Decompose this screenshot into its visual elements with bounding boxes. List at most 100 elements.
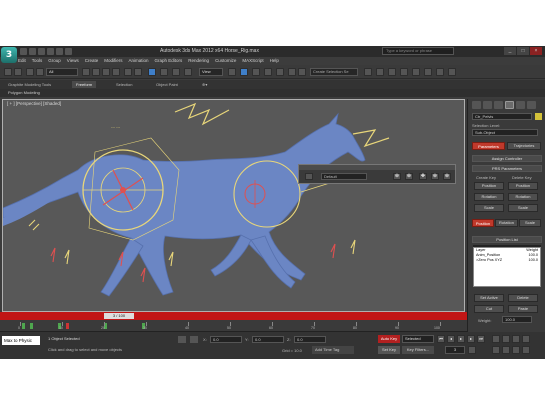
menu-help[interactable]: Help: [270, 57, 279, 65]
create-position-key-button[interactable]: Position: [474, 182, 504, 190]
play-icon[interactable]: ▸: [457, 335, 465, 343]
select-rotate-icon[interactable]: [134, 68, 142, 76]
y-coordinate-field[interactable]: 0.0: [252, 336, 284, 343]
menu-tools[interactable]: Tools: [32, 57, 43, 65]
spine-controller-gizmo[interactable]: [174, 102, 230, 126]
menu-rendering[interactable]: Rendering: [188, 57, 209, 65]
zoom-extents-all-icon[interactable]: [522, 335, 530, 343]
create-tab-icon[interactable]: [472, 101, 481, 109]
new-file-icon[interactable]: [20, 48, 27, 55]
hold-icon[interactable]: [65, 48, 72, 55]
close-button[interactable]: ×: [530, 47, 542, 55]
horse-mesh[interactable]: [3, 112, 366, 297]
maximize-viewport-icon[interactable]: [522, 346, 530, 354]
modify-tab-icon[interactable]: [483, 101, 492, 109]
create-scale-key-button[interactable]: Scale: [474, 204, 504, 212]
undo-icon[interactable]: [47, 48, 54, 55]
link-icon[interactable]: [26, 68, 34, 76]
snaps-toggle-icon[interactable]: [184, 68, 192, 76]
display-tab-icon[interactable]: [516, 101, 525, 109]
cut-button[interactable]: Cut: [474, 305, 504, 313]
trajectories-button[interactable]: Trajectories: [507, 142, 541, 150]
menu-animation[interactable]: Animation: [129, 57, 149, 65]
delete-button[interactable]: Delete: [508, 294, 538, 302]
selection-filter-dropdown[interactable]: All: [46, 68, 78, 76]
floating-toolbar-field[interactable]: Default: [321, 173, 367, 180]
menu-views[interactable]: Views: [67, 57, 79, 65]
undo-icon[interactable]: [4, 68, 12, 76]
object-color-swatch[interactable]: [535, 113, 542, 120]
hierarchy-tab-icon[interactable]: [494, 101, 503, 109]
go-to-start-icon[interactable]: ⏮: [437, 335, 445, 343]
redo-icon[interactable]: [56, 48, 63, 55]
tab-object-paint[interactable]: Object Paint: [152, 81, 182, 88]
absolute-mode-icon[interactable]: [190, 336, 198, 343]
menu-maxscript[interactable]: MAXScript: [242, 57, 263, 65]
time-slider[interactable]: 3 / 100: [0, 312, 467, 320]
orbit-icon[interactable]: [512, 346, 520, 354]
keyframe[interactable]: [30, 323, 33, 329]
next-frame-icon[interactable]: ▸: [467, 335, 475, 343]
tab-selection[interactable]: Selection: [112, 81, 136, 88]
weight-spinner[interactable]: 100.0: [502, 316, 532, 323]
zoom-extents-icon[interactable]: [512, 335, 520, 343]
time-slider-thumb[interactable]: 3 / 100: [104, 313, 134, 319]
ribbon-options-icon[interactable]: ⊕▾: [198, 81, 211, 88]
select-scale-icon[interactable]: [148, 68, 156, 76]
curve-editor-icon[interactable]: [388, 68, 396, 76]
open-file-icon[interactable]: [29, 48, 36, 55]
maxscript-listener[interactable]: Max to Physic: [2, 336, 40, 345]
polygon-modeling-label[interactable]: Polygon Modeling: [8, 90, 40, 96]
utilities-tab-icon[interactable]: [527, 101, 536, 109]
application-button[interactable]: 3: [1, 47, 17, 63]
previous-frame-icon[interactable]: ◂: [447, 335, 455, 343]
save-icon[interactable]: [38, 48, 45, 55]
pan-icon[interactable]: ✥: [419, 173, 427, 180]
z-coordinate-field[interactable]: 0.0: [294, 336, 326, 343]
redo-icon[interactable]: [14, 68, 22, 76]
set-key-button[interactable]: Set Key: [378, 346, 400, 354]
render-teapot-icon[interactable]: [448, 68, 456, 76]
menu-modifiers[interactable]: Modifiers: [104, 57, 122, 65]
menu-create[interactable]: Create: [85, 57, 99, 65]
auto-key-button[interactable]: Auto Key: [378, 335, 400, 343]
keyframe[interactable]: [22, 323, 25, 329]
select-move-icon[interactable]: [124, 68, 132, 76]
controller-list[interactable]: Layer Weight Anim_Position 100.0 >Zero P…: [473, 247, 541, 287]
viewport-label[interactable]: [ + ] [Perspective] [Shaded]: [7, 101, 61, 106]
add-time-tag-button[interactable]: Add Time Tag: [312, 346, 354, 354]
set-active-button[interactable]: Set Active: [474, 294, 504, 302]
layer-manager-icon[interactable]: [364, 68, 372, 76]
selected-dropdown[interactable]: Selected: [402, 335, 434, 343]
select-by-name-icon[interactable]: [92, 68, 100, 76]
keyframe[interactable]: [66, 323, 69, 329]
named-selection-sets-dropdown[interactable]: Create Selection Se: [310, 68, 358, 76]
track-bar[interactable]: 0 10 20 30 40 50 60 70 80 90 100: [0, 320, 467, 332]
tab-freeform[interactable]: Freeform: [72, 81, 97, 88]
edit-named-selection-icon[interactable]: [276, 68, 284, 76]
reference-coordinate-dropdown[interactable]: View: [199, 68, 223, 76]
toolbar-toggle-icon[interactable]: [305, 173, 313, 180]
pivot-center-icon[interactable]: [228, 68, 236, 76]
object-name-field[interactable]: Ctr_Pelvis: [472, 113, 532, 120]
time-configuration-icon[interactable]: [468, 346, 476, 354]
minimize-button[interactable]: _: [504, 47, 516, 55]
position-list-rollout[interactable]: Position List: [472, 236, 542, 243]
menu-customize[interactable]: Customize: [215, 57, 236, 65]
prs-parameters-rollout[interactable]: PRS Parameters: [472, 165, 542, 172]
zoom-viewport-icon[interactable]: [492, 335, 500, 343]
spinner-snap-icon[interactable]: [264, 68, 272, 76]
mirror-icon[interactable]: [288, 68, 296, 76]
schematic-view-icon[interactable]: [400, 68, 408, 76]
angle-snap-icon[interactable]: [240, 68, 248, 76]
delete-rotation-key-button[interactable]: Rotation: [508, 193, 538, 201]
menu-graph-editors[interactable]: Graph Editors: [155, 57, 183, 65]
perspective-viewport[interactable]: [ + ] [Perspective] [Shaded] --- ---: [2, 99, 465, 312]
select-object-icon[interactable]: [82, 68, 90, 76]
create-rotation-key-button[interactable]: Rotation: [474, 193, 504, 201]
sub-object-dropdown[interactable]: Sub-Object: [472, 129, 538, 136]
key-filters-button[interactable]: Key Filters...: [402, 346, 434, 354]
rotation-tab-button[interactable]: Rotation: [495, 219, 518, 227]
tab-graphite-modeling-tools[interactable]: Graphite Modeling Tools: [4, 81, 55, 88]
scale-tab-button[interactable]: Scale: [519, 219, 541, 227]
